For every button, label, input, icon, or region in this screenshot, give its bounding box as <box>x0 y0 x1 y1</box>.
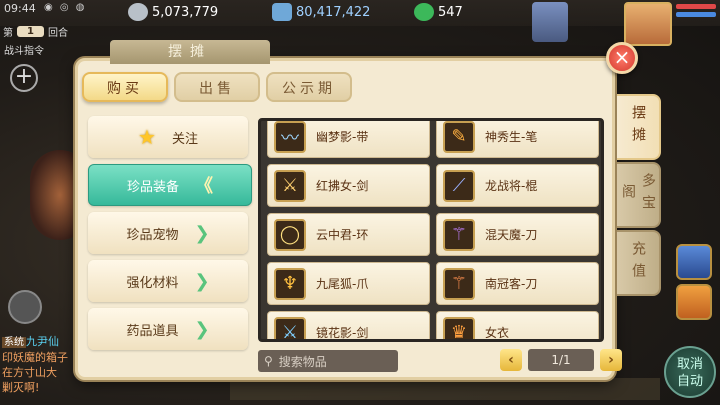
category-list: ★ 关注 珍品装备 《 珍品宠物 ❯ 强化材料 ❯ 药品道具 ❯ <box>88 116 252 356</box>
item-card[interactable]: ⟋ 龙战将-棍 <box>436 164 599 207</box>
prev-page-button[interactable]: ‹ <box>500 349 522 371</box>
chat-log[interactable]: 系统 九尹仙 印妖魔的箱子 在方寸山大 剿灭啊! <box>2 334 82 395</box>
item-grid[interactable]: 〰幽梦影-带 ✎ 神秀生-笔 ⚔ 红拂女-剑 ⟋ 龙战将-棍 ◯ 云中君-环 ⚚ 混天魔-… <box>258 118 604 342</box>
panel-title: 摆摊 <box>110 40 270 64</box>
jade-amount: 547 <box>438 4 463 20</box>
item-card[interactable]: ✎ 神秀生-笔 <box>436 121 599 158</box>
hp-mp-bars <box>676 4 716 20</box>
pagination: ‹ 1/1 › <box>500 349 622 371</box>
category-medicine-items[interactable]: 药品道具 ❯ <box>88 308 248 350</box>
clock: 09:44 <box>4 2 36 15</box>
bottom-skill-bar <box>230 378 660 400</box>
chevron-left-icon: 《 <box>195 176 213 197</box>
jade-currency: 547 <box>414 3 463 21</box>
blade-icon: ⚚ <box>443 267 475 300</box>
category-enhance-materials[interactable]: 强化材料 ❯ <box>88 260 248 302</box>
ring-icon: ◯ <box>274 218 306 251</box>
gold-amount: 80,417,422 <box>296 4 371 20</box>
robe-icon: ♛ <box>443 316 475 339</box>
category-rare-pets[interactable]: 珍品宠物 ❯ <box>88 212 248 254</box>
tab-sell[interactable]: 出售 <box>174 72 260 102</box>
belt-icon: 〰 <box>274 121 306 153</box>
item-card[interactable]: 〰幽梦影-带 <box>267 121 430 158</box>
side-tab-stall[interactable]: 摆摊 <box>617 94 661 160</box>
item-card[interactable]: ⚚ 混天魔-刀 <box>436 213 599 256</box>
round-number: 1 <box>17 26 44 37</box>
next-page-button[interactable]: › <box>600 349 622 371</box>
search-input[interactable]: ⚲ 搜索物品 <box>258 350 398 372</box>
brush-icon: ✎ <box>443 121 475 153</box>
item-card[interactable]: ◯ 云中君-环 <box>267 213 430 256</box>
add-button[interactable]: + <box>10 64 38 92</box>
staff-icon: ⟋ <box>443 169 475 202</box>
side-tabs: 摆摊 多宝阁 充值 <box>617 94 661 298</box>
category-rare-equipment[interactable]: 珍品装备 《 <box>88 164 252 206</box>
round-indicator: 第 1 回合 <box>3 26 68 39</box>
page-indicator: 1/1 <box>528 349 594 371</box>
jade-icon <box>414 3 434 21</box>
chevron-right-icon: ❯ <box>194 270 210 292</box>
pet-slot[interactable] <box>676 284 712 320</box>
pet-slot[interactable] <box>676 244 712 280</box>
player-avatar[interactable] <box>624 2 672 46</box>
gold-coin-icon <box>272 3 292 21</box>
battle-command-label[interactable]: 战斗指令 <box>4 42 44 57</box>
item-card[interactable]: ⚔ 红拂女-剑 <box>267 164 430 207</box>
silver-amount: 5,073,779 <box>152 4 219 20</box>
sword-icon: ⚔ <box>274 316 306 339</box>
category-follow[interactable]: ★ 关注 <box>88 116 248 158</box>
gold-currency: 80,417,422 <box>272 3 370 21</box>
tab-buy[interactable]: 购买 <box>82 72 168 102</box>
item-card[interactable]: ⚔ 镜花影-剑 <box>267 311 430 339</box>
signal-icons: ◉ ◎ ◍ <box>44 2 87 13</box>
chevron-right-icon: ❯ <box>194 222 210 244</box>
item-card[interactable]: ♛ 女衣 <box>436 311 599 339</box>
silver-coin-icon <box>128 3 148 21</box>
star-icon: ★ <box>138 125 156 149</box>
silver-currency: 5,073,779 <box>128 3 218 21</box>
search-icon: ⚲ <box>264 354 273 368</box>
blade-icon: ⚚ <box>443 218 475 251</box>
item-card[interactable]: ♆ 九尾狐-爪 <box>267 262 430 305</box>
item-card[interactable]: ⚚ 南冠客-刀 <box>436 262 599 305</box>
claw-icon: ♆ <box>274 267 306 300</box>
search-placeholder: 搜索物品 <box>278 354 327 369</box>
close-button[interactable]: × <box>606 42 638 74</box>
market-tabs: 购买 出售 公示期 <box>82 72 352 102</box>
voice-chat-button[interactable] <box>8 290 42 324</box>
target-avatar[interactable] <box>532 2 568 42</box>
tab-announcement[interactable]: 公示期 <box>266 72 352 102</box>
chevron-right-icon: ❯ <box>194 318 210 340</box>
cancel-auto-button[interactable]: 取消 自动 <box>664 346 716 398</box>
side-tab-recharge[interactable]: 充值 <box>617 230 661 296</box>
side-tab-treasure[interactable]: 多宝阁 <box>617 162 661 228</box>
close-icon: × <box>613 45 631 69</box>
sword-icon: ⚔ <box>274 169 306 202</box>
